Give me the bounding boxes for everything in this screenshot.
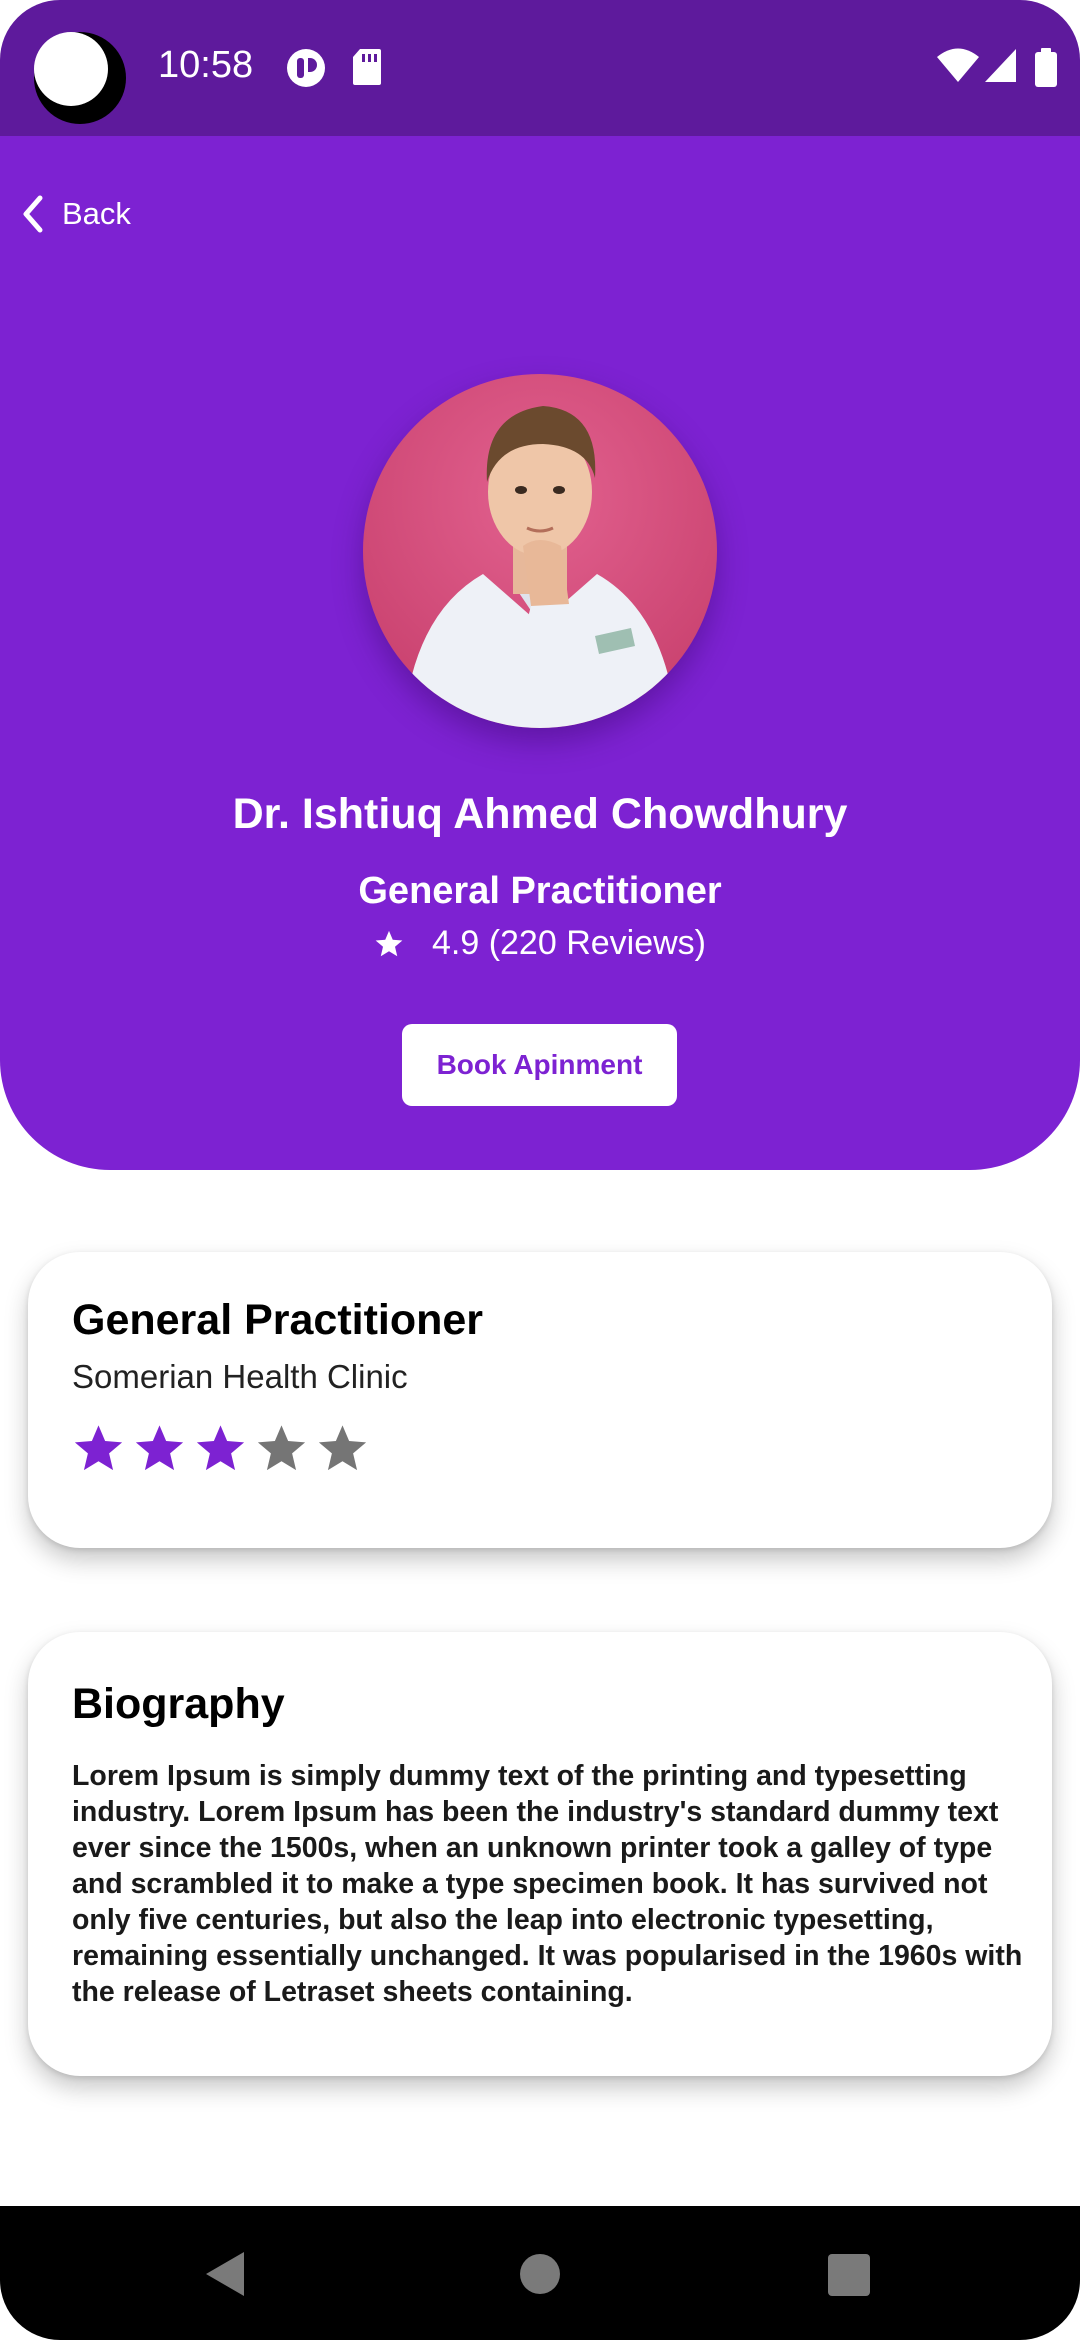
book-appointment-button[interactable]: Book Apinment [402, 1024, 677, 1106]
wifi-icon [937, 48, 979, 82]
status-time: 10:58 [158, 44, 254, 86]
chevron-left-icon [23, 195, 43, 233]
rating-summary: 4.9 (220 Reviews) [0, 924, 1080, 963]
battery-icon [1035, 48, 1057, 87]
cell-signal-icon [985, 49, 1016, 82]
doctor-specialty: General Practitioner [358, 870, 722, 912]
sd-card-icon [353, 49, 381, 85]
rating-text: 4.9 (220 Reviews) [431, 924, 706, 962]
biography-card: Biography Lorem Ipsum is simply dummy te… [28, 1632, 1052, 2076]
biography-title: Biography [72, 1680, 285, 1728]
home-nav-icon[interactable] [520, 2254, 560, 2294]
camera-cutout [34, 32, 126, 124]
back-button[interactable]: Back [18, 190, 131, 238]
star-rating [72, 1422, 369, 1475]
star-icon [74, 1425, 123, 1471]
clinic-name: Somerian Health Clinic [72, 1358, 408, 1395]
practice-title: General Practitioner [72, 1296, 484, 1344]
recents-nav-icon[interactable] [828, 2254, 870, 2296]
doctor-avatar [363, 374, 717, 728]
practice-card: General Practitioner Somerian Health Cli… [28, 1252, 1052, 1548]
doctor-name: Dr. Ishtiuq Ahmed Chowdhury [232, 790, 848, 838]
star-icon [135, 1425, 184, 1471]
back-nav-icon[interactable] [204, 2250, 246, 2298]
star-icon [257, 1425, 306, 1471]
star-icon [318, 1425, 367, 1471]
back-label: Back [62, 196, 131, 231]
biography-text: Lorem Ipsum is simply dummy text of the … [72, 1760, 1023, 2008]
navigation-bar [0, 2206, 1080, 2340]
star-icon [375, 930, 403, 956]
status-bar: 10:58 [0, 0, 1080, 136]
star-icon [196, 1425, 245, 1471]
tcell-app-icon [287, 49, 325, 87]
